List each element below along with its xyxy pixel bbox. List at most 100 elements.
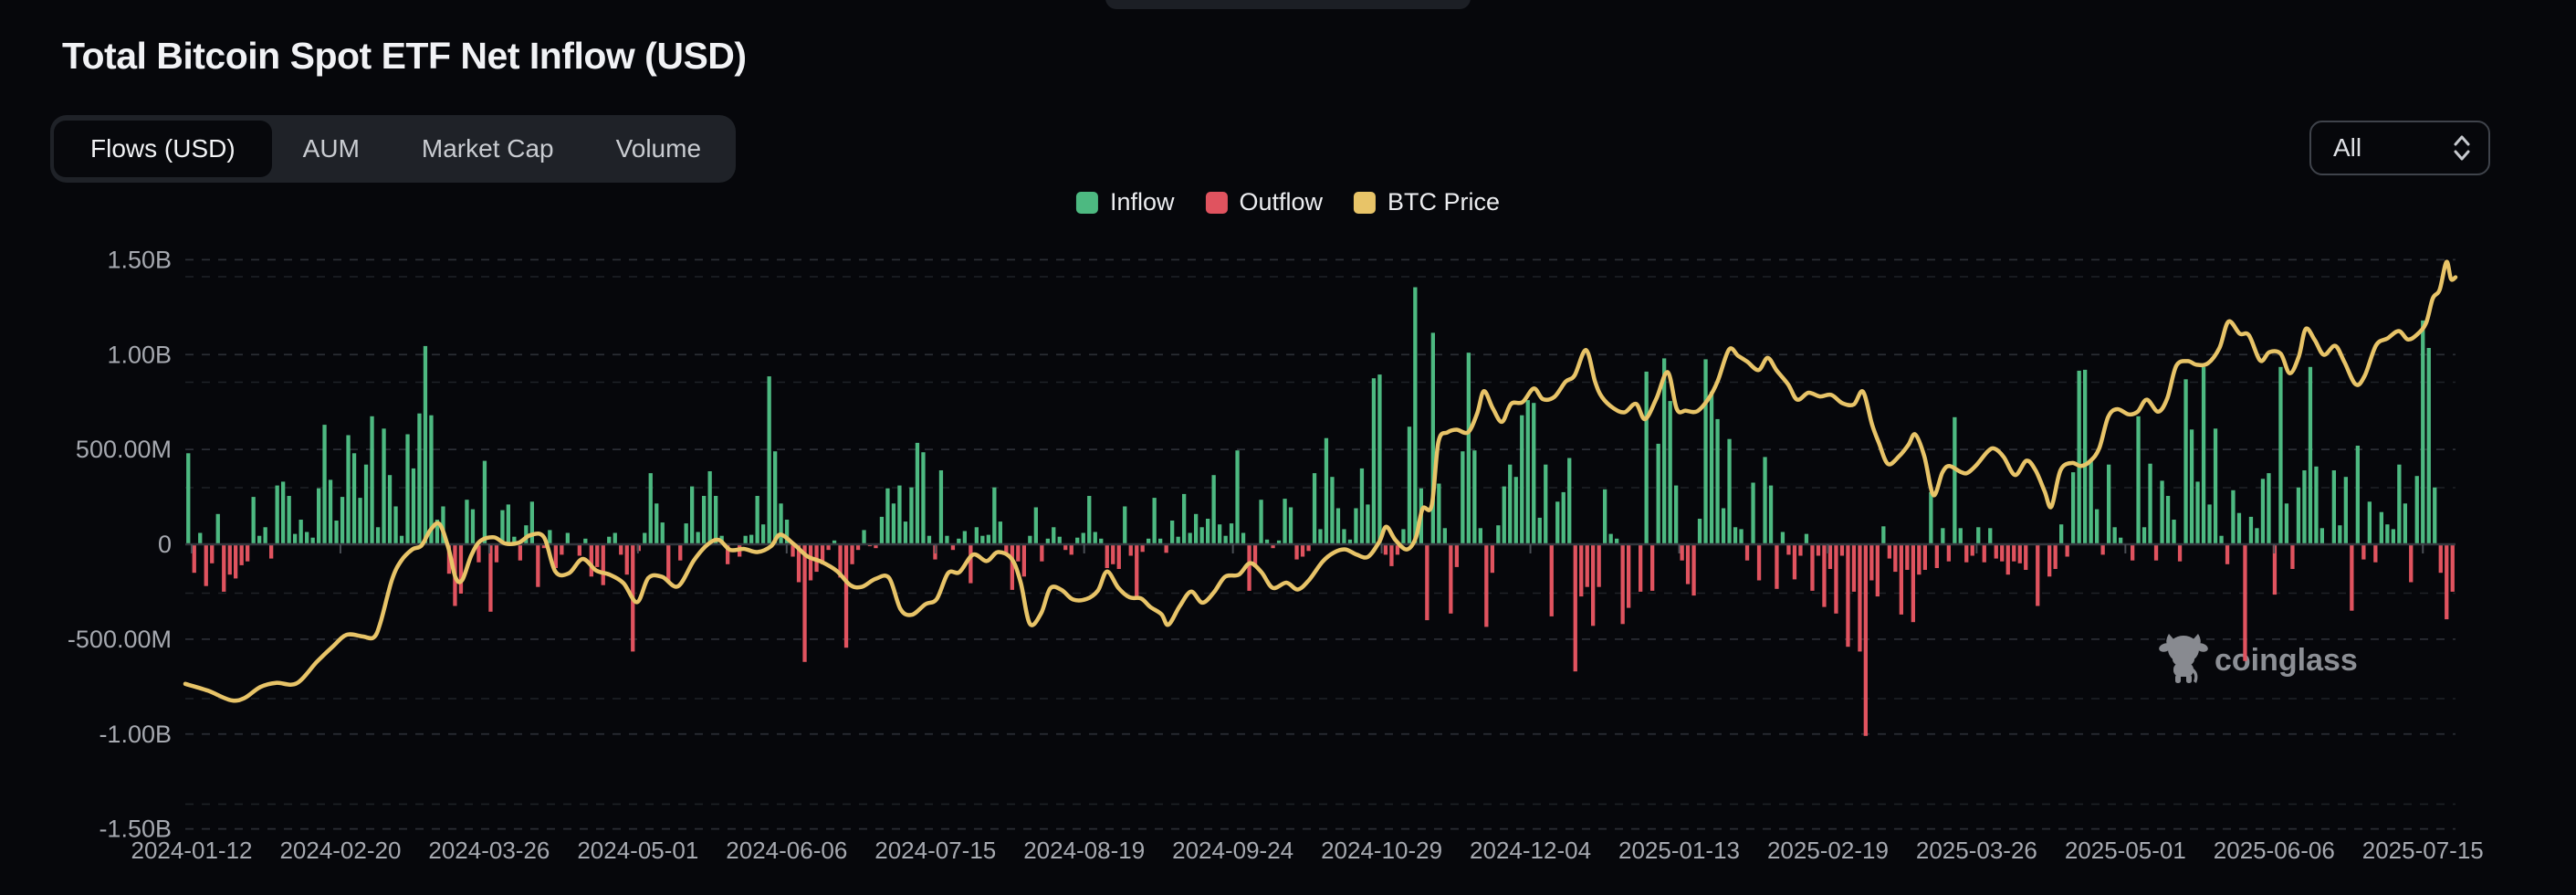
inflow-bar [281, 481, 285, 544]
inflow-bar [1170, 521, 1174, 544]
inflow-bar [364, 465, 368, 544]
inflow-bar [690, 487, 694, 544]
outflow-bar [536, 544, 539, 587]
outflow-bar [2361, 544, 2365, 560]
inflow-bar [186, 453, 190, 544]
outflow-bar [1301, 544, 1304, 557]
inflow-bar [2095, 510, 2099, 544]
outflow-bar [2409, 544, 2413, 583]
inflow-bar [2183, 379, 2187, 544]
inflow-bar [1555, 501, 1559, 544]
inflow-bar [1259, 500, 1262, 544]
inflow-bar [346, 436, 350, 545]
inflow-bar [1230, 523, 1233, 544]
inflow-bar [1313, 473, 1316, 544]
inflow-bar [1609, 534, 1613, 544]
outflow-bar [1876, 544, 1880, 596]
outflow-bar [2131, 544, 2134, 561]
y-axis-label: 1.00B [107, 341, 172, 368]
outflow-bar [1639, 544, 1642, 592]
y-axis-label: -1.00B [99, 721, 172, 748]
outflow-bar [844, 544, 848, 648]
outflow-bar [560, 544, 563, 554]
outflow-bar [1117, 544, 1121, 569]
inflow-bar [2249, 517, 2253, 544]
inflow-bar [1431, 332, 1435, 544]
outflow-bar [2047, 544, 2051, 576]
inflow-bar [2278, 367, 2282, 544]
outflow-bar [1935, 544, 1939, 568]
inflow-bar [2380, 512, 2383, 544]
inflow-bar [2207, 504, 2211, 544]
outflow-bar [590, 544, 593, 576]
inflow-bar [2421, 321, 2424, 544]
inflow-bar [2202, 367, 2205, 544]
outflow-bar [666, 544, 670, 583]
inflow-bar [288, 496, 291, 544]
inflow-bar [1094, 532, 1097, 545]
inflow-bar [1781, 532, 1785, 545]
inflow-bar [756, 496, 759, 544]
etf-netflow-chart[interactable]: 1.50B1.00B500.00M0-500.00M-1.00B-1.50B20… [0, 0, 2576, 895]
inflow-bar [1437, 484, 1440, 545]
inflow-bar [696, 532, 700, 545]
inflow-bar [2219, 536, 2223, 544]
outflow-bar [802, 544, 806, 662]
inflow-bar [1496, 525, 1500, 544]
inflow-bar [1206, 519, 1209, 544]
inflow-bar [2368, 501, 2372, 544]
inflow-bar [1769, 486, 1773, 544]
outflow-bar [1869, 544, 1873, 581]
outflow-bar [204, 544, 208, 586]
outflow-bar [1070, 544, 1073, 554]
outflow-bar [1798, 544, 1802, 556]
outflow-bar [1745, 544, 1749, 561]
inflow-bar [939, 470, 943, 544]
inflow-bar [2255, 528, 2258, 544]
inflow-bar [376, 527, 380, 544]
outflow-bar [1964, 544, 1968, 563]
inflow-bar [2314, 467, 2318, 544]
inflow-bar [909, 488, 913, 544]
inflow-bar [1562, 492, 1565, 544]
inflow-bar [1372, 378, 1376, 544]
inflow-bar [1520, 416, 1524, 544]
inflow-bar [1034, 508, 1038, 545]
inflow-bar [2148, 464, 2152, 544]
outflow-bar [1135, 544, 1138, 599]
outflow-bar [1484, 544, 1488, 626]
outflow-bar [1141, 544, 1145, 552]
x-axis-label: 2025-07-15 [2362, 837, 2484, 864]
inflow-bar [1325, 438, 1328, 544]
inflow-bar [685, 523, 688, 544]
outflow-bar [1686, 544, 1690, 584]
inflow-bar [1467, 353, 1471, 544]
outflow-bar [193, 544, 196, 573]
outflow-bar [969, 544, 972, 584]
inflow-bar [1224, 536, 1228, 544]
inflow-bar [975, 527, 979, 544]
inflow-bar [702, 496, 706, 544]
outflow-bar [2054, 544, 2058, 569]
inflow-bar [2427, 348, 2431, 544]
inflow-bar [2214, 428, 2217, 544]
inflow-bar [2059, 524, 2063, 544]
inflow-bar [1657, 444, 1660, 544]
inflow-bar [2160, 480, 2163, 544]
inflow-bar [1218, 524, 1221, 544]
outflow-bar [678, 544, 682, 561]
outflow-bar [1455, 544, 1459, 567]
inflow-bar [1123, 507, 1126, 545]
inflow-bar [1289, 508, 1293, 545]
inflow-bar [2332, 470, 2336, 544]
inflow-bar [1408, 426, 1411, 544]
outflow-bar [1852, 544, 1856, 592]
outflow-bar [2350, 544, 2353, 611]
outflow-bar [2225, 544, 2229, 564]
outflow-bar [234, 544, 237, 578]
outflow-bar [1905, 544, 1909, 570]
inflow-bar [400, 536, 403, 544]
inflow-bar [293, 534, 297, 544]
outflow-bar [1817, 544, 1820, 556]
inflow-bar [305, 532, 309, 545]
